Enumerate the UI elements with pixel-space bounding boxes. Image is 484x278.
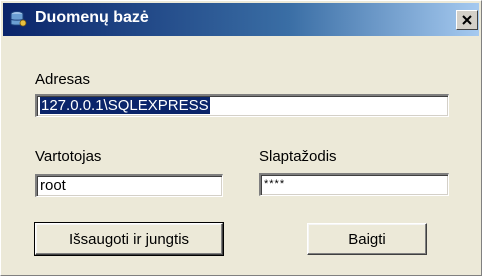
user-value: root: [40, 177, 66, 194]
password-label: Slaptažodis: [259, 148, 337, 165]
window-title: Duomenų bazė: [35, 9, 149, 26]
database-icon: [9, 10, 27, 28]
password-field[interactable]: ****: [259, 173, 449, 196]
address-label: Adresas: [35, 71, 91, 88]
finish-button[interactable]: Baigti: [307, 223, 427, 255]
dialog-window: Duomenų bazė Adresas 127.0.0.1\SQLEXPRES…: [0, 0, 482, 276]
save-connect-button[interactable]: Išsaugoti ir jungtis: [34, 222, 224, 256]
close-icon: [462, 15, 472, 25]
address-field[interactable]: 127.0.0.1\SQLEXPRESS: [35, 94, 449, 117]
user-field[interactable]: root: [35, 174, 223, 197]
save-connect-label: Išsaugoti ir jungtis: [68, 230, 190, 248]
title-bar[interactable]: Duomenų bazė: [3, 3, 479, 36]
password-value: ****: [264, 178, 286, 190]
address-value: 127.0.0.1\SQLEXPRESS: [40, 97, 210, 114]
close-button[interactable]: [456, 10, 478, 30]
finish-label: Baigti: [348, 230, 386, 248]
user-label: Vartotojas: [35, 148, 102, 165]
